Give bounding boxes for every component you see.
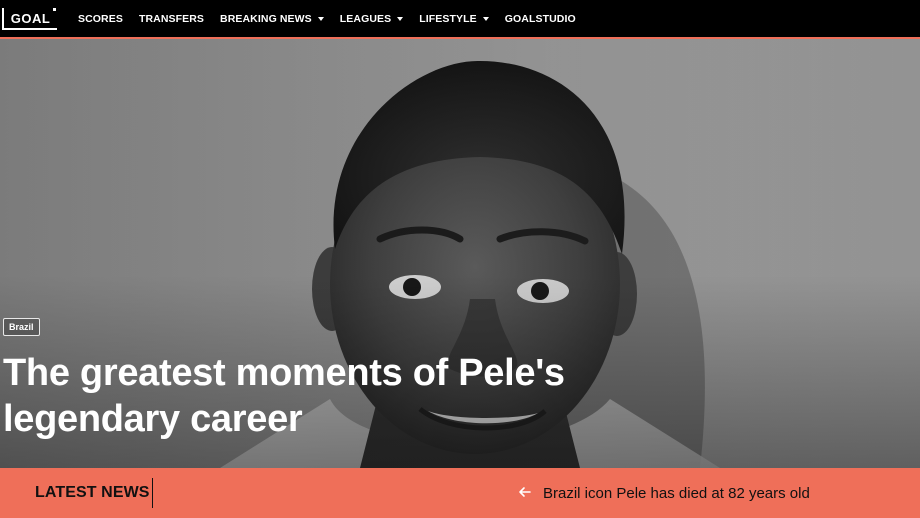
nav-item-label: TRANSFERS bbox=[138, 12, 205, 25]
article-headline[interactable]: The greatest moments of Pele's legendary… bbox=[3, 350, 643, 442]
nav-item-label: SCORES bbox=[78, 12, 123, 25]
category-tag[interactable]: Brazil bbox=[3, 318, 40, 336]
nav-item-scores[interactable]: SCORES bbox=[78, 13, 123, 25]
goal-logo[interactable]: GOAL bbox=[2, 7, 57, 30]
nav-item-label: LEAGUES bbox=[339, 12, 392, 25]
divider bbox=[152, 478, 153, 508]
nav-item-label: BREAKING NEWS bbox=[220, 12, 312, 25]
nav-item-goalstudio[interactable]: GOALSTUDIO bbox=[505, 13, 576, 25]
nav-item-leagues[interactable]: LEAGUES bbox=[339, 12, 404, 25]
latest-news-bar: LATEST NEWS Brazil icon Pele has died at… bbox=[0, 468, 920, 518]
logo-text: GOAL bbox=[10, 11, 51, 26]
nav-item-transfers[interactable]: TRANSFERS bbox=[139, 13, 204, 25]
nav-item-lifestyle[interactable]: LIFESTYLE bbox=[419, 13, 489, 25]
chevron-down-icon bbox=[317, 17, 324, 21]
nav-item-label: GOALSTUDIO bbox=[504, 12, 576, 25]
top-navigation: GOAL SCORES TRANSFERS BREAKING NEWS LEAG… bbox=[0, 0, 920, 39]
nav-item-label: LIFESTYLE bbox=[419, 12, 477, 25]
arrow-left-icon[interactable] bbox=[518, 485, 532, 499]
hero-article[interactable]: Brazil The greatest moments of Pele's le… bbox=[0, 39, 920, 468]
latest-news-headline[interactable]: Brazil icon Pele has died at 82 years ol… bbox=[543, 468, 810, 518]
nav-item-breaking-news[interactable]: BREAKING NEWS bbox=[220, 13, 324, 25]
chevron-down-icon bbox=[397, 17, 404, 21]
latest-news-label: LATEST NEWS bbox=[35, 484, 150, 501]
logo-dot-icon bbox=[53, 7, 56, 11]
chevron-down-icon bbox=[482, 17, 489, 21]
nav-menu: SCORES TRANSFERS BREAKING NEWS LEAGUES L… bbox=[78, 13, 592, 25]
page: GOAL SCORES TRANSFERS BREAKING NEWS LEAG… bbox=[0, 0, 920, 518]
